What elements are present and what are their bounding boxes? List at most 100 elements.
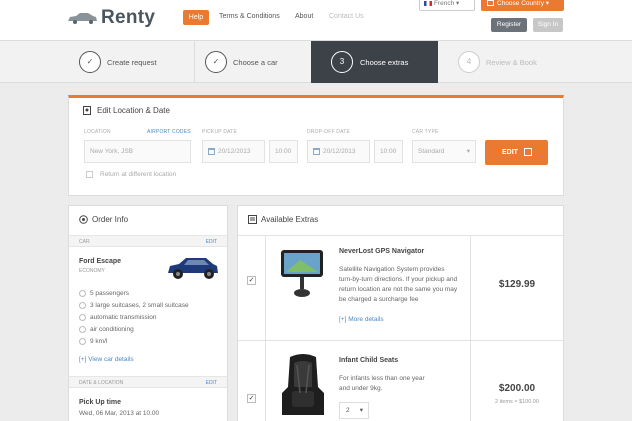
globe-icon	[487, 0, 494, 7]
nav-contact[interactable]: Contact Us	[329, 13, 364, 20]
car-type-value: Standard	[418, 148, 445, 155]
child-seat-price-note: 2 items × $100.00	[495, 399, 539, 405]
dropoff-date-input[interactable]: 20/12/2013	[307, 140, 370, 163]
edit-panel-title: Edit Location & Date	[97, 106, 170, 115]
language-select[interactable]: French ▾	[419, 0, 475, 11]
register-button[interactable]: Register	[491, 18, 527, 32]
extras-row-divider	[238, 340, 563, 341]
step-review-book[interactable]: 4 Review & Book	[438, 41, 564, 83]
date-section-header: DATE & LOCATION EDIT	[69, 376, 227, 388]
step-3-number: 3	[331, 51, 353, 73]
feature-passengers-text: 5 passengers	[90, 290, 130, 298]
calendar-icon	[313, 147, 320, 155]
map-pin-icon	[83, 106, 91, 115]
dropoff-date-label: DROP-OFF DATE	[307, 129, 351, 135]
passengers-icon	[79, 290, 86, 297]
child-seat-quantity-select[interactable]: 2 ▾	[339, 402, 369, 419]
french-flag-icon	[424, 0, 432, 6]
child-seat-extra-description: For infants less than one year and under…	[339, 375, 425, 392]
feature-fuel: 9 km/l	[79, 338, 107, 345]
feature-transmission-text: automatic transmission	[90, 314, 157, 322]
booking-steps: ✓ Create request ✓ Choose a car 3 Choose…	[0, 41, 632, 83]
gps-extra-name: NeverLost GPS Navigator	[339, 248, 425, 255]
feature-transmission: automatic transmission	[79, 314, 156, 321]
fuel-icon	[79, 338, 86, 345]
gps-navigator-image	[281, 250, 323, 297]
edit-search-button[interactable]: EDIT	[485, 140, 548, 165]
nav-help[interactable]: Help	[183, 10, 209, 25]
date-section-label: DATE & LOCATION	[79, 380, 124, 386]
available-extras-panel: Available Extras ✓ NeverLost GPS Navigat…	[237, 205, 564, 421]
child-seat-extra-name: Infant Child Seats	[339, 357, 399, 364]
extras-header-divider	[238, 235, 563, 236]
extras-title: Available Extras	[261, 215, 319, 224]
car-section-header: CAR EDIT	[69, 235, 227, 247]
gps-extra-price: $129.99	[498, 279, 536, 290]
date-edit-link[interactable]: EDIT	[206, 380, 217, 386]
gps-extra-description: Satellite Navigation System provides tur…	[339, 266, 458, 303]
gps-more-details-link[interactable]: [+] More details	[339, 316, 384, 323]
country-label: Choose Country	[497, 0, 544, 7]
feature-suitcases-text: 3 large suitcases, 2 small suitcase	[90, 302, 189, 310]
snowflake-icon	[79, 326, 86, 333]
pickup-date-value: 20/12/2013	[218, 148, 251, 155]
chevron-down-icon: ▾	[359, 407, 363, 414]
car-class: ECONOMY	[79, 268, 105, 274]
view-car-details-link[interactable]: [+] View car details	[79, 356, 134, 363]
pickup-date-input[interactable]: 20/12/2013	[202, 140, 265, 163]
suitcase-icon	[79, 302, 86, 309]
language-value: French	[434, 0, 455, 7]
airport-codes-link[interactable]: AIRPORT CODES	[147, 129, 191, 135]
transmission-icon	[79, 314, 86, 321]
top-header: Renty Help Terms & Conditions About Cont…	[0, 0, 632, 41]
column-divider	[265, 235, 266, 421]
calendar-icon	[208, 147, 215, 155]
edit-location-panel: Edit Location & Date LOCATION AIRPORT CO…	[68, 95, 564, 196]
child-seat-image	[282, 354, 324, 415]
nav-terms[interactable]: Terms & Conditions	[219, 13, 280, 20]
feature-ac: air conditioning	[79, 326, 134, 333]
step-2-check-icon: ✓	[205, 51, 227, 73]
location-input[interactable]: New York, JSB	[84, 140, 191, 163]
gps-extra-checkbox[interactable]: ✓	[247, 276, 256, 285]
nav-about[interactable]: About	[295, 13, 313, 20]
step-2-label: Choose a car	[233, 58, 278, 67]
brand-logo-text[interactable]: Renty	[101, 7, 155, 29]
pickup-time-input[interactable]: 10:00	[269, 140, 298, 163]
choose-country-button[interactable]: Choose Country ▾	[481, 0, 564, 11]
feature-passengers: 5 passengers	[79, 290, 129, 297]
child-seat-extra-checkbox[interactable]: ✓	[247, 394, 256, 403]
order-info-icon	[79, 215, 88, 224]
step-choose-extras[interactable]: 3 Choose extras	[311, 41, 438, 83]
step-3-label: Choose extras	[360, 58, 409, 67]
return-different-checkbox[interactable]	[86, 171, 93, 178]
list-icon	[248, 215, 257, 224]
car-section-label: CAR	[79, 239, 90, 245]
step-1-check-icon: ✓	[79, 51, 101, 73]
child-seat-quantity-value: 2	[346, 407, 350, 414]
location-label: LOCATION	[84, 129, 111, 135]
car-edit-link[interactable]: EDIT	[206, 239, 217, 245]
step-create-request[interactable]: ✓ Create request	[68, 41, 194, 83]
pickup-time-value: Wed, 06 Mar, 2013 at 10.00	[79, 410, 160, 417]
feature-suitcases: 3 large suitcases, 2 small suitcase	[79, 302, 189, 309]
car-logo-icon	[68, 13, 97, 24]
car-name: Ford Escape	[79, 258, 122, 265]
step-4-number: 4	[458, 51, 480, 73]
car-type-label: CAR TYPE	[412, 129, 439, 135]
car-type-select[interactable]: Standard ▾	[412, 140, 476, 163]
sign-in-button[interactable]: Sign In	[533, 18, 563, 32]
step-4-label: Review & Book	[486, 58, 537, 67]
dropoff-date-value: 20/12/2013	[323, 148, 356, 155]
order-info-title: Order Info	[92, 215, 129, 224]
step-choose-car[interactable]: ✓ Choose a car	[195, 41, 311, 83]
pickup-time-title: Pick Up time	[79, 399, 122, 406]
car-image	[168, 258, 218, 279]
return-different-label: Return at different location	[100, 171, 177, 178]
feature-fuel-text: 9 km/l	[90, 338, 108, 346]
pickup-date-label: PICKUP DATE	[202, 129, 238, 135]
chevron-down-icon: ▾	[466, 148, 470, 155]
order-info-panel: Order Info CAR EDIT Ford Escape ECONOMY …	[68, 205, 228, 421]
pencil-icon	[523, 148, 532, 157]
dropoff-time-input[interactable]: 10:00	[374, 140, 403, 163]
